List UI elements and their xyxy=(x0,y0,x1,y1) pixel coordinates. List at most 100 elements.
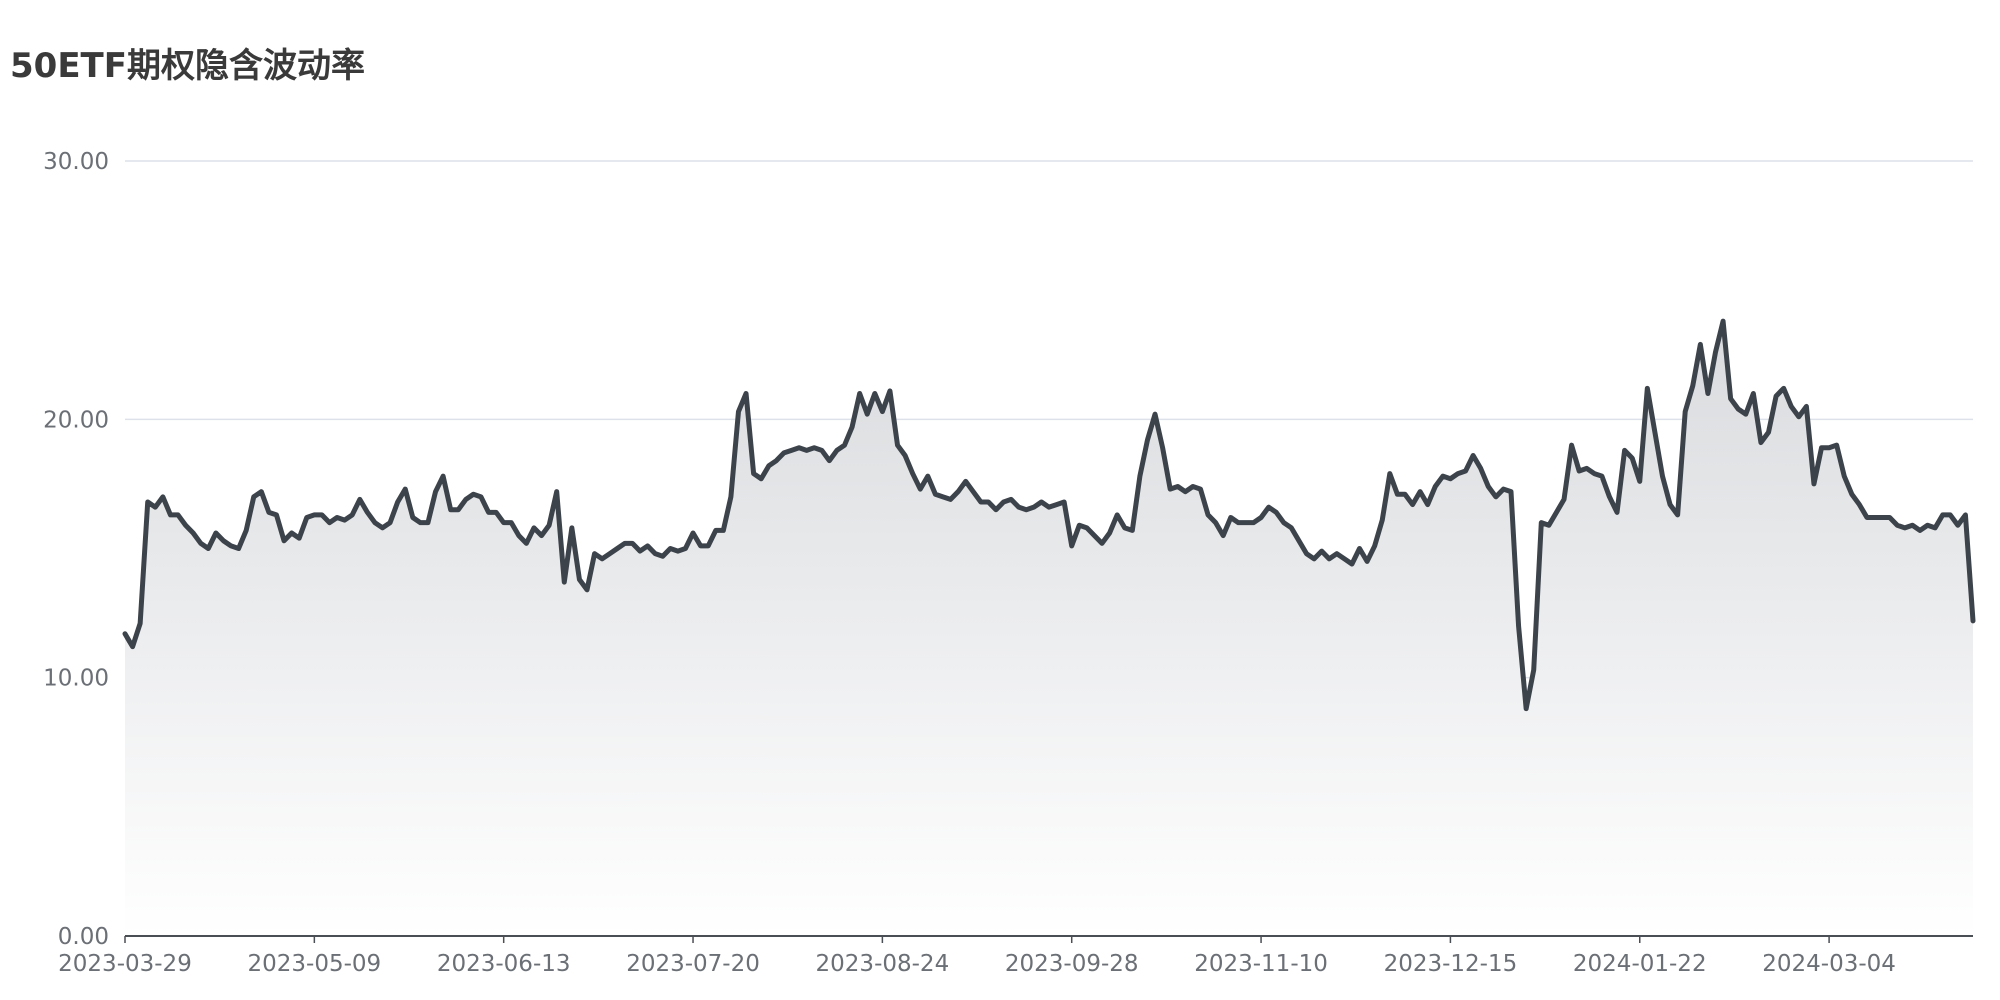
data-point xyxy=(879,409,885,415)
data-point xyxy=(1887,515,1893,521)
data-point xyxy=(319,512,325,518)
data-point xyxy=(1819,445,1825,451)
data-point xyxy=(1341,556,1347,562)
y-tick-label: 10.00 xyxy=(43,666,109,692)
data-point xyxy=(1637,478,1643,484)
y-tick-label: 20.00 xyxy=(43,407,109,433)
data-point xyxy=(796,445,802,451)
data-point xyxy=(1834,442,1840,448)
data-point xyxy=(773,458,779,464)
data-point xyxy=(637,548,643,554)
data-point xyxy=(826,458,832,464)
x-tick-label: 2023-05-09 xyxy=(248,951,382,977)
data-point xyxy=(1402,491,1408,497)
data-point xyxy=(1947,512,1953,518)
data-point xyxy=(470,491,476,497)
data-point xyxy=(1432,484,1438,490)
data-point xyxy=(251,494,257,500)
data-point xyxy=(1137,473,1143,479)
data-point xyxy=(1932,525,1938,531)
data-point xyxy=(1766,429,1772,435)
y-tick-label: 30.00 xyxy=(43,149,109,175)
data-point xyxy=(1144,437,1150,443)
data-point xyxy=(1569,442,1575,448)
data-point xyxy=(887,388,893,394)
data-point xyxy=(1266,504,1272,510)
data-point xyxy=(1152,411,1158,417)
data-point xyxy=(1796,414,1802,420)
data-point xyxy=(728,494,734,500)
data-point xyxy=(1417,489,1423,495)
data-point xyxy=(1659,473,1665,479)
iv-line-chart: 0.00 10.00 20.00 30.00 2023-03-29 2023-05-09… xyxy=(43,149,1976,977)
series-area xyxy=(125,321,1973,936)
data-point xyxy=(387,520,393,526)
data-point xyxy=(955,489,961,495)
data-point xyxy=(273,512,279,518)
x-tick-label: 2023-03-29 xyxy=(58,951,192,977)
data-point xyxy=(1008,496,1014,502)
data-point xyxy=(781,450,787,456)
data-point xyxy=(1258,515,1264,521)
x-tick-label: 2023-07-20 xyxy=(626,951,760,977)
data-point xyxy=(804,447,810,453)
data-point xyxy=(266,509,272,515)
data-point xyxy=(652,551,658,557)
data-point xyxy=(1803,403,1809,409)
data-point xyxy=(1054,502,1060,508)
data-point xyxy=(1955,522,1961,528)
data-point xyxy=(478,494,484,500)
data-point xyxy=(872,391,878,397)
data-point xyxy=(122,631,128,637)
data-point xyxy=(1046,504,1052,510)
data-point xyxy=(1614,509,1620,515)
data-point xyxy=(220,538,226,544)
data-point xyxy=(433,489,439,495)
data-point xyxy=(1743,411,1749,417)
data-point xyxy=(1281,520,1287,526)
data-point xyxy=(1849,491,1855,497)
data-point xyxy=(1304,551,1310,557)
data-point xyxy=(584,587,590,593)
data-point xyxy=(720,527,726,533)
data-point xyxy=(948,496,954,502)
data-point xyxy=(372,520,378,526)
data-point xyxy=(1705,391,1711,397)
data-point xyxy=(364,509,370,515)
data-point xyxy=(440,473,446,479)
x-tick-label: 2024-01-22 xyxy=(1573,951,1707,977)
data-point xyxy=(895,442,901,448)
data-point xyxy=(1652,429,1658,435)
data-point xyxy=(698,543,704,549)
data-point xyxy=(342,517,348,523)
data-point xyxy=(205,546,211,552)
data-point xyxy=(857,391,863,397)
data-point xyxy=(1682,409,1688,415)
data-point xyxy=(395,499,401,505)
data-point xyxy=(864,411,870,417)
data-point xyxy=(236,546,242,552)
data-point xyxy=(682,546,688,552)
data-point xyxy=(190,530,196,536)
data-point xyxy=(622,540,628,546)
data-point xyxy=(1069,543,1075,549)
data-point xyxy=(1288,525,1294,531)
data-point xyxy=(1720,318,1726,324)
x-axis-ticks: 2023-03-29 2023-05-09 2023-06-13 2023-07-20… xyxy=(58,936,1896,977)
data-point xyxy=(1690,383,1696,389)
data-point xyxy=(1016,504,1022,510)
data-point xyxy=(978,499,984,505)
data-point xyxy=(137,620,143,626)
data-point xyxy=(349,512,355,518)
data-point xyxy=(198,540,204,546)
data-point xyxy=(493,509,499,515)
data-point xyxy=(1213,520,1219,526)
x-tick-label: 2024-03-04 xyxy=(1762,951,1896,977)
data-point xyxy=(1175,484,1181,490)
data-point xyxy=(1773,393,1779,399)
data-point xyxy=(1235,520,1241,526)
data-point xyxy=(592,551,598,557)
data-point xyxy=(1735,406,1741,412)
data-point xyxy=(629,540,635,546)
data-point xyxy=(1856,502,1862,508)
